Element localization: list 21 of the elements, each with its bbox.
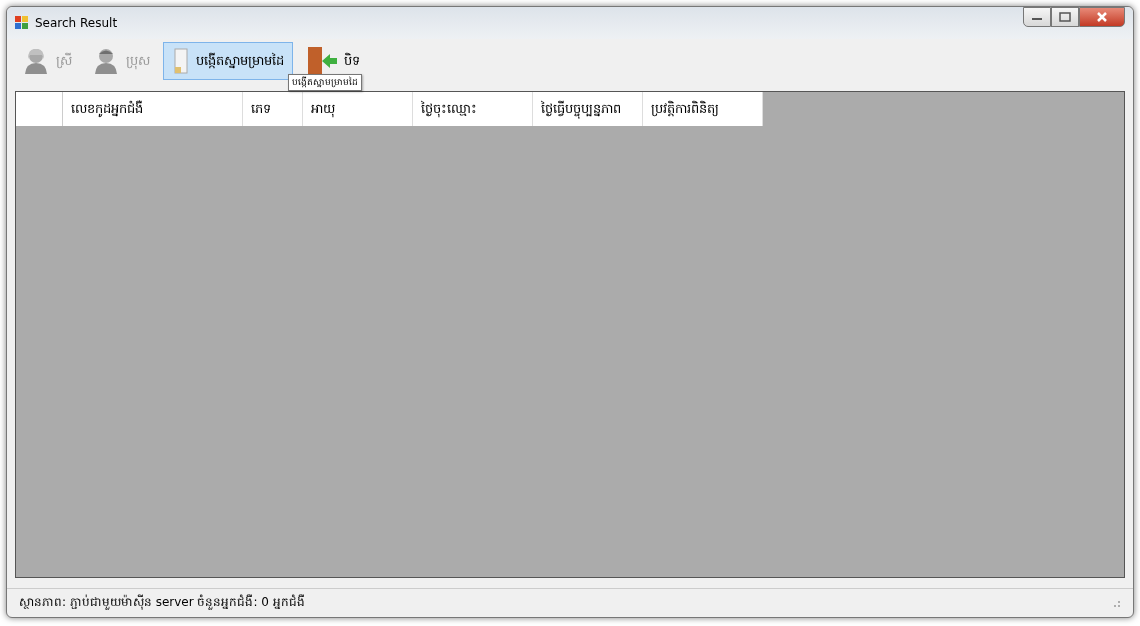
column-header[interactable]: ភេទ [243, 92, 303, 126]
close-icon [1096, 12, 1108, 22]
column-header[interactable]: ថ្ងៃចុះឈ្មោះ [413, 92, 533, 126]
maximize-icon [1059, 12, 1071, 22]
window-title: Search Result [35, 16, 118, 30]
maximize-button[interactable] [1051, 7, 1079, 27]
column-header[interactable]: ថ្ងៃធ្វើបច្ចុប្បន្នភាព [533, 92, 643, 126]
column-header[interactable]: លេខកូដអ្នកជំងឺ [63, 92, 243, 126]
document-icon [172, 47, 190, 75]
column-header[interactable]: ប្រវត្តិការពិនិត្យ [643, 92, 763, 126]
tooltip: បង្កើតស្នាមម្រាមដៃ [288, 74, 362, 91]
app-icon [15, 16, 29, 30]
exit-door-icon [306, 46, 338, 76]
column-header[interactable]: អាយុ [303, 92, 413, 126]
person-icon [94, 47, 120, 75]
resize-grip-icon[interactable] [1111, 598, 1121, 608]
minimize-button[interactable] [1023, 7, 1051, 27]
close-button[interactable] [1079, 7, 1125, 27]
toolbar-button[interactable]: បង្កើតស្នាមម្រាមដៃ [163, 42, 293, 80]
person-icon [24, 47, 50, 75]
status-text: ស្ថានភាព: ភ្ជាប់ជាមួយម៉ាស៊ីន server ចំនួនអ្នកជំងឺ: 0 អ្នកជំងឺ [19, 594, 306, 612]
